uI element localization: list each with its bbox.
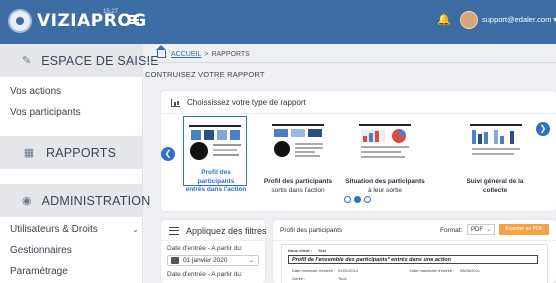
doc-heading: Profil de l'ensemble des participants* e… bbox=[288, 255, 538, 264]
format-select[interactable]: PDF ⌄ bbox=[467, 224, 495, 235]
report-preview-thumbnail bbox=[359, 124, 411, 158]
report-option-subtitle: à leur sortie bbox=[368, 186, 402, 194]
divider bbox=[161, 240, 265, 241]
bell-icon[interactable]: 🔔 bbox=[437, 14, 451, 26]
sidebar-header-label: ESPACE DE SAISIE bbox=[41, 53, 159, 68]
report-option-1[interactable]: Profil des participants entrés dans l'ac… bbox=[183, 116, 247, 193]
report-preview-thumbnail bbox=[189, 125, 241, 160]
shield-icon: ◉ bbox=[22, 195, 32, 207]
chevron-down-icon[interactable]: ⌄ bbox=[132, 225, 139, 234]
date-entry-value: 01 janvier 2020 bbox=[183, 257, 228, 264]
chevron-down-icon: ⌄ bbox=[486, 227, 491, 233]
chevron-right-icon: ❯ bbox=[539, 124, 547, 133]
format-label: Format: bbox=[440, 227, 463, 234]
app-version: 15.27 bbox=[103, 9, 119, 15]
user-email: support@edaler.com bbox=[482, 15, 552, 24]
breadcrumb-separator: > bbox=[204, 50, 209, 58]
logo[interactable]: VIZIAPROG 15.27 bbox=[8, 9, 147, 33]
report-preview-thumbnail bbox=[272, 124, 324, 157]
carousel-next-button[interactable]: ❯ bbox=[536, 122, 550, 136]
filters-heading: Appliquez des filtres bbox=[169, 226, 267, 236]
hamburger-menu-icon[interactable] bbox=[128, 15, 139, 24]
report-type-heading: Choississez votre type de rapport bbox=[171, 98, 306, 107]
sidebar-item-parametrage[interactable]: Paramétrage bbox=[10, 266, 68, 277]
bar-chart-icon bbox=[171, 98, 180, 107]
carousel-dot-active[interactable] bbox=[354, 196, 361, 203]
page-title: CONTRUISEZ VOTRE RAPPORT bbox=[145, 70, 265, 79]
home-icon[interactable] bbox=[156, 45, 166, 58]
date-entry-field[interactable]: 01 janvier 2020 ⌄ bbox=[167, 255, 259, 266]
sidebar-item-vos-actions[interactable]: Vos actions bbox=[10, 86, 61, 97]
filters-heading-label: Appliquez des filtres bbox=[186, 226, 267, 236]
doc-client-label: Nous client : bbox=[288, 248, 313, 253]
report-option-4[interactable]: Suivi général de la collecte bbox=[457, 116, 535, 194]
doc-row-value: 01/01/2014 bbox=[338, 268, 359, 273]
breadcrumb: ACCUEIL > RAPPORTS bbox=[156, 45, 250, 58]
report-option-label: Profil des participants entrés dans l'ac… bbox=[182, 169, 250, 195]
report-option-subtitle: sortis dans l'action bbox=[271, 186, 325, 194]
breadcrumb-home-link[interactable]: ACCUEIL bbox=[171, 51, 201, 58]
sidebar-header-label: RAPPORTS bbox=[46, 145, 117, 160]
report-option-title: Suivi général de la bbox=[466, 178, 524, 185]
carousel-pagination bbox=[344, 196, 371, 203]
doc-client-value: Test bbox=[318, 248, 326, 253]
report-option-label: Profil des participants sortis dans l'ac… bbox=[259, 178, 337, 195]
top-bar: VIZIAPROG 15.27 🔔 support@edaler.com ▾ bbox=[0, 0, 556, 44]
report-type-card: Choississez votre type de rapport Profil… bbox=[161, 91, 556, 211]
chevron-down-icon: ⌄ bbox=[248, 258, 254, 264]
report-option-label: Situation des participants à leur sortie bbox=[344, 178, 426, 195]
carousel-dot[interactable] bbox=[364, 196, 371, 203]
doc-row-value: Tous bbox=[338, 276, 347, 281]
format-value: PDF bbox=[471, 227, 483, 233]
filter-label: Date d'entrée - A partir du: bbox=[167, 271, 243, 278]
report-option-subtitle: entrés dans l'action bbox=[185, 186, 247, 193]
report-option-title: Profil des participants bbox=[197, 169, 235, 185]
doc-row-label: Genre : bbox=[292, 276, 306, 281]
report-option-3[interactable]: Situation des participants à leur sortie bbox=[345, 116, 425, 194]
sidebar-header-rapports[interactable]: ▦ RAPPORTS bbox=[0, 136, 143, 169]
report-icon: ▦ bbox=[23, 147, 35, 159]
carousel-dot[interactable] bbox=[344, 196, 351, 203]
sidebar-item-gestionnaires[interactable]: Gestionnaires bbox=[10, 245, 72, 256]
breadcrumb-current: RAPPORTS bbox=[211, 50, 250, 58]
report-preview-thumbnail bbox=[470, 124, 522, 155]
divider bbox=[143, 62, 556, 63]
sliders-icon bbox=[169, 227, 179, 235]
report-preview-card: Profil des participants Format: PDF ⌄ Ex… bbox=[273, 220, 556, 283]
logo-icon bbox=[8, 9, 32, 33]
preview-title: Profil des participants bbox=[280, 227, 343, 234]
divider bbox=[161, 113, 556, 114]
report-document-preview: Nous client : Test Profil de l'ensemble … bbox=[281, 244, 548, 283]
report-option-label: Suivi général de la collecte bbox=[453, 178, 537, 195]
user-menu[interactable]: support@edaler.com ▾ bbox=[482, 15, 556, 24]
report-type-heading-label: Choississez votre type de rapport bbox=[187, 98, 306, 107]
pencil-icon: ✎ bbox=[22, 55, 32, 67]
sidebar-item-vos-participants[interactable]: Vos participants bbox=[10, 107, 81, 118]
sidebar-header-administration[interactable]: ◉ ADMINISTRATION bbox=[0, 184, 150, 217]
divider bbox=[273, 240, 556, 241]
export-button[interactable]: Exporter en PDF bbox=[499, 224, 549, 235]
sidebar-header-espace[interactable]: ✎ ESPACE DE SAISIE bbox=[0, 44, 159, 77]
carousel-prev-button[interactable]: ❮ bbox=[161, 147, 175, 161]
doc-row-value: 08/06/2021 bbox=[460, 268, 481, 273]
sidebar-header-label: ADMINISTRATION bbox=[41, 193, 151, 208]
sidebar-item-utilisateurs[interactable]: Utilisateurs & Droits bbox=[10, 224, 98, 235]
main-content: ACCUEIL > RAPPORTS CONTRUISEZ VOTRE RAPP… bbox=[143, 44, 556, 283]
report-option-title: Situation des participants bbox=[345, 178, 425, 185]
report-option-title: Profil des participants bbox=[263, 178, 333, 185]
filters-card: Appliquez des filtres Date d'entrée - A … bbox=[161, 220, 267, 283]
doc-row-label: Date minimale d'entrée : bbox=[292, 268, 336, 273]
filter-label: Date d'entrée - A partir du: bbox=[167, 245, 243, 252]
calendar-icon bbox=[171, 257, 179, 264]
report-option-2[interactable]: Profil des participants sortis dans l'ac… bbox=[264, 116, 332, 194]
report-option-title-cont: collecte bbox=[482, 186, 508, 194]
sidebar: ✎ ESPACE DE SAISIE Vos actions Vos parti… bbox=[0, 44, 159, 283]
doc-row-label: Date maximale d'entrée : bbox=[410, 268, 455, 273]
chevron-left-icon: ❮ bbox=[164, 149, 172, 158]
avatar[interactable] bbox=[460, 11, 478, 29]
